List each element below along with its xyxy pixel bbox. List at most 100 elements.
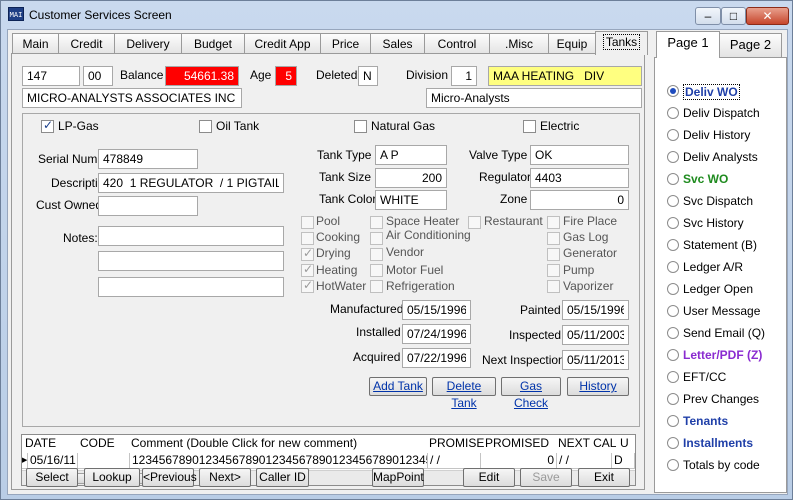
tab-page-1[interactable]: Page 1 — [656, 31, 720, 58]
action-letter-pdf-z[interactable]: Letter/PDF (Z) — [683, 348, 762, 362]
save-button[interactable]: Save — [520, 468, 572, 487]
action-tenants[interactable]: Tenants — [683, 414, 728, 428]
painted-field[interactable] — [562, 300, 629, 320]
radio-user-message[interactable] — [667, 305, 679, 317]
tab-equip[interactable]: Equip — [548, 33, 596, 54]
notes-line-1[interactable] — [98, 226, 284, 246]
history-button[interactable]: History — [567, 377, 629, 396]
radio-deliv-wo[interactable] — [667, 85, 679, 97]
row-date[interactable]: 05/16/11 — [28, 453, 78, 469]
acquired-field[interactable] — [402, 348, 471, 368]
row-u[interactable]: D — [612, 453, 635, 469]
action-totals-by-code[interactable]: Totals by code — [683, 458, 760, 472]
heating-checkbox[interactable] — [301, 262, 314, 277]
restaurant-checkbox[interactable] — [468, 216, 481, 229]
oil-tank-checkbox[interactable] — [199, 120, 212, 133]
action-svc-history[interactable]: Svc History — [683, 216, 744, 230]
radio-deliv-history[interactable] — [667, 129, 679, 141]
notes-line-3[interactable] — [98, 277, 284, 297]
edit-button[interactable]: Edit — [463, 468, 515, 487]
col-date[interactable]: DATE — [25, 436, 56, 450]
radio-prev-changes[interactable] — [667, 393, 679, 405]
customer-name-field[interactable] — [22, 88, 242, 108]
electric-checkbox[interactable] — [523, 120, 536, 133]
radio-svc-wo[interactable] — [667, 173, 679, 185]
close-button[interactable]: ✕ — [746, 7, 789, 25]
division-name-field[interactable] — [488, 66, 642, 86]
previous-button[interactable]: <Previous — [142, 468, 197, 487]
sub-account-field[interactable] — [83, 66, 113, 86]
action-statement-b[interactable]: Statement (B) — [683, 238, 757, 252]
row-comment[interactable]: 1234567890123456789012345678901234567890… — [130, 453, 428, 469]
radio-tenants[interactable] — [667, 415, 679, 427]
row-promised[interactable]: 0 — [481, 453, 557, 469]
row-code[interactable] — [78, 453, 130, 469]
lookup-button[interactable]: Lookup — [84, 468, 140, 487]
description-field[interactable] — [98, 173, 284, 193]
action-ledger-a-r[interactable]: Ledger A/R — [683, 260, 743, 274]
installed-field[interactable] — [402, 324, 471, 344]
radio-letter-pdf-z[interactable] — [667, 349, 679, 361]
action-user-message[interactable]: User Message — [683, 304, 760, 318]
col-u[interactable]: U — [620, 436, 629, 450]
maximize-button[interactable]: □ — [721, 7, 746, 25]
notes-line-2[interactable] — [98, 251, 284, 271]
zone-field[interactable] — [530, 190, 629, 210]
tab-main[interactable]: Main — [12, 33, 59, 54]
tab-delivery[interactable]: Delivery — [114, 33, 182, 54]
col-comment[interactable]: Comment (Double Click for new comment) — [131, 436, 357, 450]
tank-color-field[interactable] — [375, 190, 447, 210]
balance-field[interactable] — [165, 66, 239, 86]
minimize-button[interactable]: – — [695, 7, 721, 25]
next-button[interactable]: Next> — [199, 468, 251, 487]
gas-check-button[interactable]: Gas Check — [501, 377, 561, 410]
radio-totals-by-code[interactable] — [667, 459, 679, 471]
drying-checkbox[interactable] — [301, 246, 314, 261]
tab-credit[interactable]: Credit — [58, 33, 115, 54]
add-tank-button[interactable]: Add Tank — [369, 377, 427, 396]
row-promise[interactable]: / / — [428, 453, 481, 469]
space-heater-checkbox[interactable] — [370, 216, 383, 229]
account-number-field[interactable] — [22, 66, 80, 86]
tab-misc[interactable]: .Misc — [489, 33, 549, 54]
next-inspection-field[interactable] — [562, 350, 629, 370]
radio-svc-dispatch[interactable] — [667, 195, 679, 207]
col-code[interactable]: CODE — [80, 436, 115, 450]
tank-size-field[interactable] — [375, 168, 447, 188]
action-ledger-open[interactable]: Ledger Open — [683, 282, 753, 296]
radio-ledger-open[interactable] — [667, 283, 679, 295]
cust-owned-field[interactable] — [98, 196, 198, 216]
tab-budget[interactable]: Budget — [181, 33, 245, 54]
tab-credit-app[interactable]: Credit App — [244, 33, 321, 54]
vaporizer-checkbox[interactable] — [547, 280, 560, 293]
col-promised[interactable]: PROMISED — [485, 436, 549, 450]
tank-type-field[interactable] — [375, 145, 447, 165]
mappoint-button[interactable]: MapPoint — [372, 468, 424, 487]
radio-deliv-dispatch[interactable] — [667, 107, 679, 119]
radio-ledger-a-r[interactable] — [667, 261, 679, 273]
division-number-field[interactable] — [451, 66, 477, 86]
radio-svc-history[interactable] — [667, 217, 679, 229]
caller-id-button[interactable]: Caller ID — [256, 468, 309, 487]
action-installments[interactable]: Installments — [683, 436, 753, 450]
tab-tanks[interactable]: Tanks — [595, 31, 648, 55]
generator-checkbox[interactable] — [547, 248, 560, 261]
hotwater-checkbox[interactable] — [301, 278, 314, 293]
valve-type-field[interactable] — [530, 145, 629, 165]
action-deliv-analysts[interactable]: Deliv Analysts — [683, 150, 758, 164]
vendor-checkbox[interactable] — [370, 248, 383, 261]
serial-number-field[interactable] — [98, 149, 198, 169]
radio-installments[interactable] — [667, 437, 679, 449]
action-deliv-history[interactable]: Deliv History — [683, 128, 750, 142]
refrigeration-checkbox[interactable] — [370, 280, 383, 293]
manufactured-field[interactable] — [402, 300, 471, 320]
pump-checkbox[interactable] — [547, 264, 560, 277]
delete-tank-button[interactable]: Delete Tank — [432, 377, 496, 410]
action-deliv-wo[interactable]: Deliv WO — [683, 84, 740, 100]
action-svc-dispatch[interactable]: Svc Dispatch — [683, 194, 753, 208]
age-field[interactable] — [275, 66, 297, 86]
regulator-field[interactable] — [530, 168, 629, 188]
motor-fuel-checkbox[interactable] — [370, 264, 383, 277]
deleted-field[interactable] — [358, 66, 378, 86]
radio-statement-b[interactable] — [667, 239, 679, 251]
